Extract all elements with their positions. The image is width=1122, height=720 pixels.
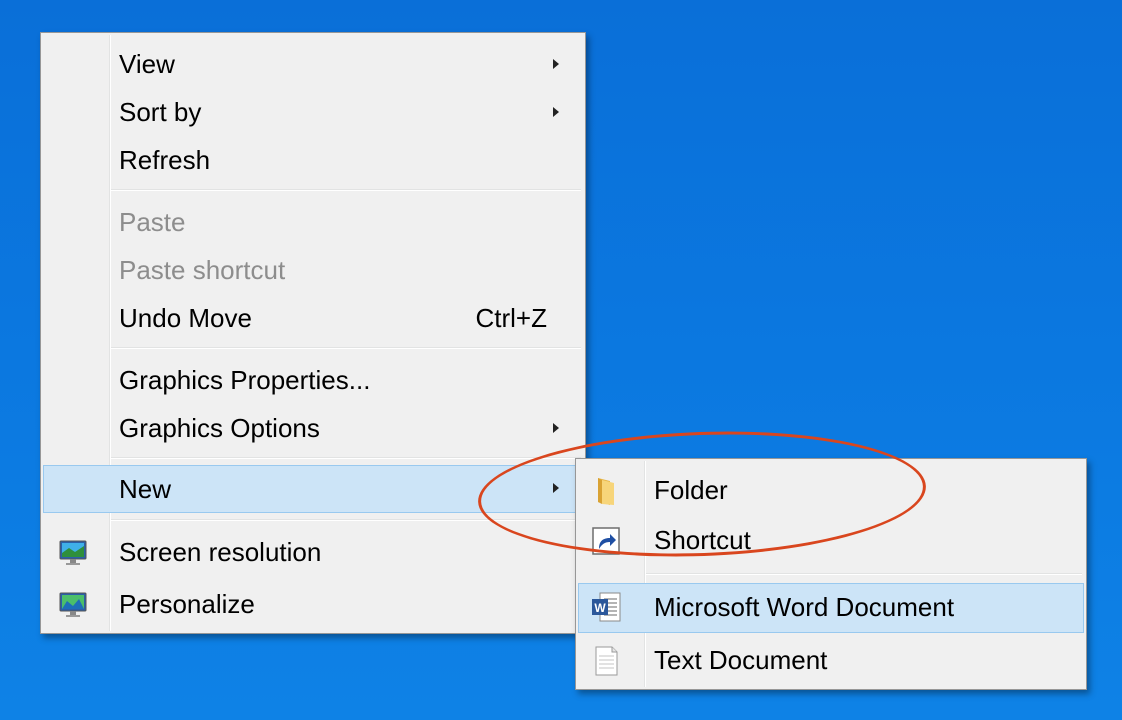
- menu-item-undo-move[interactable]: Undo Move Ctrl+Z: [43, 295, 583, 343]
- menu-item-new[interactable]: New: [43, 465, 583, 513]
- menu-separator: [111, 457, 581, 459]
- shortcut-icon: [590, 525, 622, 557]
- menu-item-label: Refresh: [119, 145, 211, 175]
- submenu-item-folder[interactable]: Folder: [578, 467, 1084, 515]
- menu-item-paste-shortcut[interactable]: Paste shortcut: [43, 247, 583, 295]
- folder-icon: [590, 475, 622, 507]
- desktop-background[interactable]: View Sort by Refresh Paste Paste shortcu…: [0, 0, 1122, 720]
- menu-item-sort-by[interactable]: Sort by: [43, 89, 583, 137]
- word-document-icon: W: [590, 591, 622, 623]
- menu-item-label: Paste: [119, 207, 186, 237]
- menu-item-label: View: [119, 49, 175, 79]
- new-submenu: Folder Shortcut W Microsoft Word Documen…: [575, 458, 1087, 690]
- submenu-item-shortcut[interactable]: Shortcut: [578, 517, 1084, 565]
- menu-separator: [111, 519, 581, 521]
- svg-text:W: W: [594, 601, 606, 615]
- desktop-context-menu: View Sort by Refresh Paste Paste shortcu…: [40, 32, 586, 634]
- submenu-arrow-icon: [553, 107, 559, 117]
- menu-item-paste[interactable]: Paste: [43, 199, 583, 247]
- submenu-arrow-icon: [553, 483, 559, 493]
- menu-item-personalize[interactable]: Personalize: [43, 581, 583, 629]
- menu-separator: [111, 347, 581, 349]
- menu-item-label: Undo Move: [119, 303, 252, 333]
- menu-item-label: Screen resolution: [119, 537, 322, 567]
- menu-item-label: Personalize: [119, 589, 255, 619]
- menu-item-label: Graphics Options: [119, 413, 320, 443]
- menu-item-label: Paste shortcut: [119, 255, 286, 285]
- menu-item-label: Folder: [654, 475, 728, 505]
- menu-item-label: Graphics Properties...: [119, 365, 371, 395]
- menu-item-label: New: [119, 474, 172, 504]
- menu-item-label: Text Document: [654, 645, 828, 675]
- submenu-item-text-document[interactable]: Text Document: [578, 637, 1084, 685]
- menu-item-graphics-properties[interactable]: Graphics Properties...: [43, 357, 583, 405]
- text-document-icon: [590, 645, 622, 677]
- menu-separator: [111, 189, 581, 191]
- menu-item-label: Microsoft Word Document: [654, 592, 955, 622]
- menu-item-screen-resolution[interactable]: Screen resolution: [43, 529, 583, 577]
- menu-item-label: Shortcut: [654, 525, 751, 555]
- screen-resolution-icon: [57, 537, 89, 569]
- menu-item-refresh[interactable]: Refresh: [43, 137, 583, 185]
- menu-item-label: Sort by: [119, 97, 202, 127]
- submenu-item-word-document[interactable]: W Microsoft Word Document: [578, 583, 1084, 633]
- menu-separator: [646, 573, 1082, 575]
- menu-item-graphics-options[interactable]: Graphics Options: [43, 405, 583, 453]
- submenu-arrow-icon: [553, 59, 559, 69]
- personalize-icon: [57, 589, 89, 621]
- menu-item-view[interactable]: View: [43, 41, 583, 89]
- menu-item-shortcut: Ctrl+Z: [475, 303, 548, 333]
- submenu-arrow-icon: [553, 423, 559, 433]
